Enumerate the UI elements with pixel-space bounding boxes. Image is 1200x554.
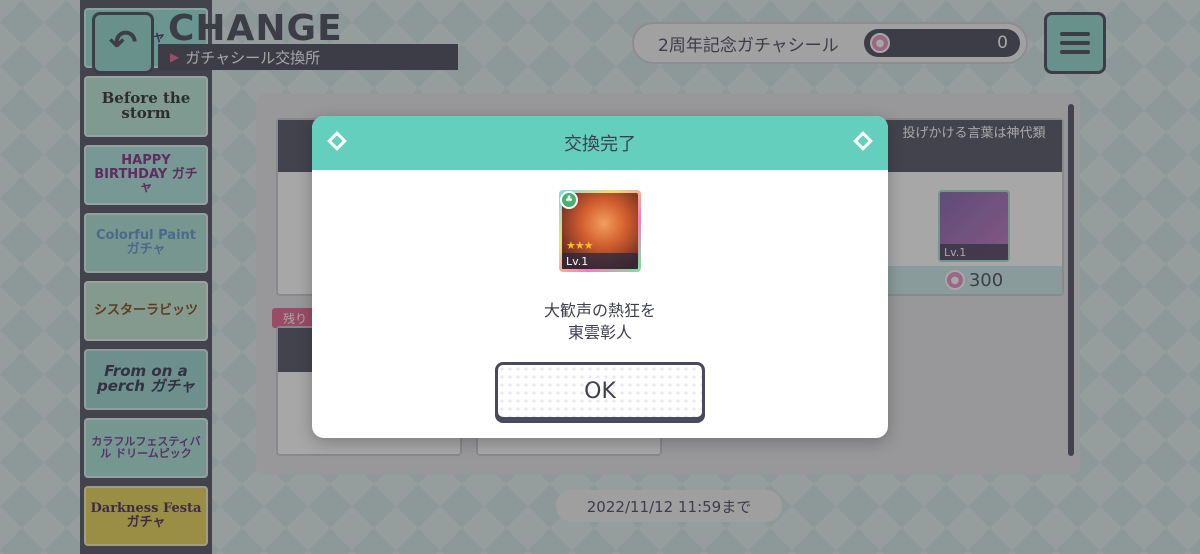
diamond-icon	[853, 131, 873, 151]
ok-button[interactable]: OK	[495, 362, 705, 420]
card-level: Lv.1	[562, 253, 638, 269]
rarity-stars: ★★★	[566, 239, 594, 252]
dialog-title: 交換完了	[564, 134, 636, 155]
card-art: ♣ ★★★ Lv.1	[560, 191, 638, 269]
diamond-icon	[327, 131, 347, 151]
obtained-card-name: 大歓声の熱狂を 東雲彰人	[312, 300, 888, 343]
dialog-header: 交換完了	[312, 116, 888, 170]
attribute-icon: ♣	[560, 191, 578, 209]
obtained-card-thumbnail: ♣ ★★★ Lv.1	[559, 190, 641, 272]
card-character: 東雲彰人	[567, 322, 632, 342]
card-title: 大歓声の熱狂を	[543, 301, 656, 320]
exchange-complete-dialog: 交換完了 ♣ ★★★ Lv.1 大歓声の熱狂を 東雲彰人 OK	[312, 116, 888, 438]
